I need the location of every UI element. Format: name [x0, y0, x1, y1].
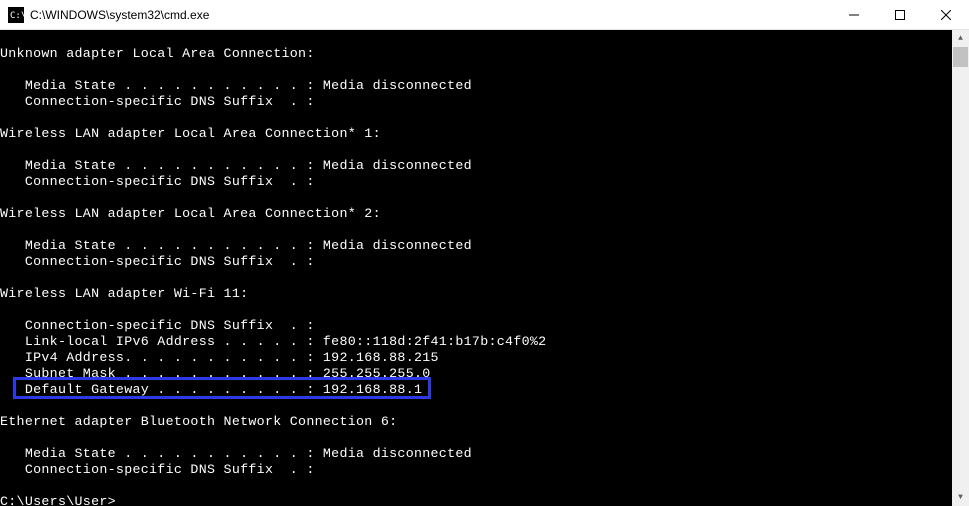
terminal-line	[0, 110, 952, 126]
terminal-line: Subnet Mask . . . . . . . . . . . : 255.…	[0, 366, 952, 382]
terminal-line: Wireless LAN adapter Local Area Connecti…	[0, 126, 952, 142]
svg-text:C:\: C:\	[10, 11, 24, 21]
terminal-line: Wireless LAN adapter Local Area Connecti…	[0, 206, 952, 222]
terminal-line: Media State . . . . . . . . . . . : Medi…	[0, 238, 952, 254]
terminal-line: C:\Users\User>	[0, 494, 952, 506]
maximize-button[interactable]	[877, 0, 923, 29]
terminal-line: Media State . . . . . . . . . . . : Medi…	[0, 158, 952, 174]
scrollbar-down-icon[interactable]: ▼	[952, 489, 969, 506]
window-title: C:\WINDOWS\system32\cmd.exe	[30, 8, 831, 22]
terminal-line	[0, 270, 952, 286]
terminal-area: Unknown adapter Local Area Connection: M…	[0, 30, 969, 506]
terminal-line: Connection-specific DNS Suffix . :	[0, 462, 952, 478]
terminal-line: Link-local IPv6 Address . . . . . : fe80…	[0, 334, 952, 350]
window-titlebar: C:\ C:\WINDOWS\system32\cmd.exe	[0, 0, 969, 30]
terminal-line	[0, 30, 952, 46]
terminal-line	[0, 62, 952, 78]
vertical-scrollbar[interactable]: ▲ ▼	[952, 30, 969, 506]
terminal-line: Connection-specific DNS Suffix . :	[0, 254, 952, 270]
scrollbar-thumb[interactable]	[953, 47, 968, 67]
terminal-line: Wireless LAN adapter Wi-Fi 11:	[0, 286, 952, 302]
terminal-line: Media State . . . . . . . . . . . : Medi…	[0, 78, 952, 94]
terminal-line	[0, 430, 952, 446]
terminal-line: Connection-specific DNS Suffix . :	[0, 174, 952, 190]
window-controls	[831, 0, 969, 29]
terminal-line	[0, 190, 952, 206]
terminal-line	[0, 478, 952, 494]
terminal-line: Unknown adapter Local Area Connection:	[0, 46, 952, 62]
terminal-line: Connection-specific DNS Suffix . :	[0, 94, 952, 110]
terminal-output[interactable]: Unknown adapter Local Area Connection: M…	[0, 30, 952, 506]
terminal-line: Connection-specific DNS Suffix . :	[0, 318, 952, 334]
terminal-line: IPv4 Address. . . . . . . . . . . : 192.…	[0, 350, 952, 366]
terminal-line: Default Gateway . . . . . . . . . : 192.…	[0, 382, 952, 398]
terminal-line	[0, 302, 952, 318]
cmd-icon: C:\	[8, 7, 24, 23]
close-button[interactable]	[923, 0, 969, 29]
minimize-button[interactable]	[831, 0, 877, 29]
terminal-line	[0, 142, 952, 158]
terminal-line: Media State . . . . . . . . . . . : Medi…	[0, 446, 952, 462]
terminal-line	[0, 398, 952, 414]
terminal-line	[0, 222, 952, 238]
terminal-line: Ethernet adapter Bluetooth Network Conne…	[0, 414, 952, 430]
scrollbar-up-icon[interactable]: ▲	[952, 30, 969, 47]
